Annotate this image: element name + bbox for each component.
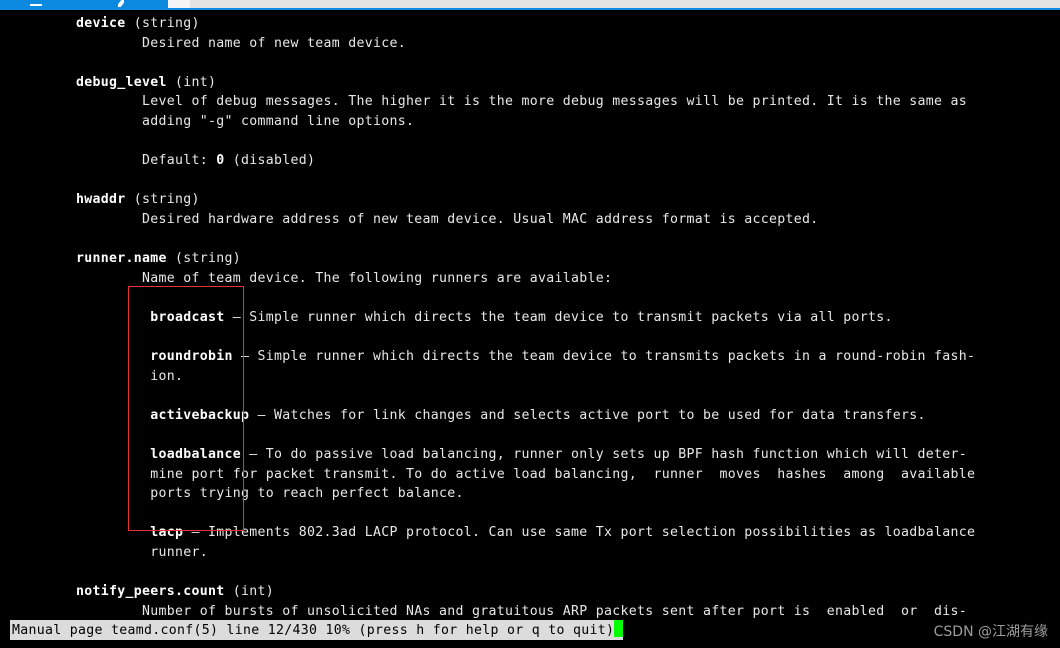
- terminal-line: ports trying to reach perfect balance.: [10, 486, 464, 502]
- terminal-keyword: activebackup: [150, 407, 250, 423]
- pager-status-text-wrap: Manual page teamd.conf(5) line 12/430 10…: [10, 620, 624, 640]
- pager-status-bar: Manual page teamd.conf(5) line 12/430 10…: [0, 620, 1060, 640]
- terminal-line: lacp — Implements 802.3ad LACP protocol.…: [150, 525, 976, 541]
- terminal-line: loadbalance — To do passive load balanci…: [150, 447, 967, 463]
- terminal-keyword: notify_peers.count: [76, 584, 225, 600]
- terminal-pager-content[interactable]: device (string) Desired name of new team…: [0, 10, 1060, 638]
- terminal-line: runner.name (string): [76, 251, 241, 267]
- terminal-default-value: 0: [216, 153, 225, 169]
- terminal-line: broadcast — Simple runner which directs …: [150, 309, 893, 325]
- terminal-cursor: [614, 620, 624, 637]
- tab-glyph-icon: [118, 0, 124, 7]
- terminal-keyword: lacp: [150, 525, 184, 541]
- terminal-keyword: broadcast: [150, 309, 225, 325]
- terminal-keyword: runner.name: [76, 251, 167, 267]
- terminal-line: Desired name of new team device.: [10, 35, 406, 51]
- terminal-line: Number of bursts of unsolicited NAs and …: [10, 603, 967, 619]
- terminal-keyword: loadbalance: [150, 447, 241, 463]
- terminal-keyword: hwaddr: [76, 192, 126, 208]
- terminal-keyword: device: [76, 16, 126, 31]
- terminal-line: Level of debug messages. The higher it i…: [10, 94, 967, 110]
- terminal-line: hwaddr (string): [76, 192, 200, 208]
- terminal-line: device (string): [76, 16, 200, 31]
- terminal-line: activebackup — Watches for link changes …: [150, 407, 926, 423]
- terminal-line: notify_peers.count (int): [76, 584, 274, 600]
- terminal-keyword: roundrobin: [150, 349, 233, 365]
- minimize-icon[interactable]: [30, 4, 42, 6]
- watermark-label: CSDN @江湖有缘: [933, 624, 1048, 640]
- terminal-keyword: debug_level: [76, 74, 167, 90]
- terminal-line: adding "-g" command line options.: [10, 113, 415, 129]
- terminal-line: ion.: [10, 368, 184, 384]
- terminal-line: mine port for packet transmit. To do act…: [10, 466, 976, 482]
- terminal-line: Desired hardware address of new team dev…: [10, 211, 819, 227]
- terminal-line: runner.: [10, 545, 208, 561]
- terminal-line: roundrobin — Simple runner which directs…: [150, 349, 976, 365]
- terminal-line: Name of team device. The following runne…: [10, 270, 613, 286]
- window-chrome: [0, 0, 1060, 10]
- terminal-line: Default: 0 (disabled): [10, 153, 316, 169]
- terminal-line: debug_level (int): [76, 74, 217, 90]
- pager-status-text: Manual page teamd.conf(5) line 12/430 10…: [12, 623, 615, 638]
